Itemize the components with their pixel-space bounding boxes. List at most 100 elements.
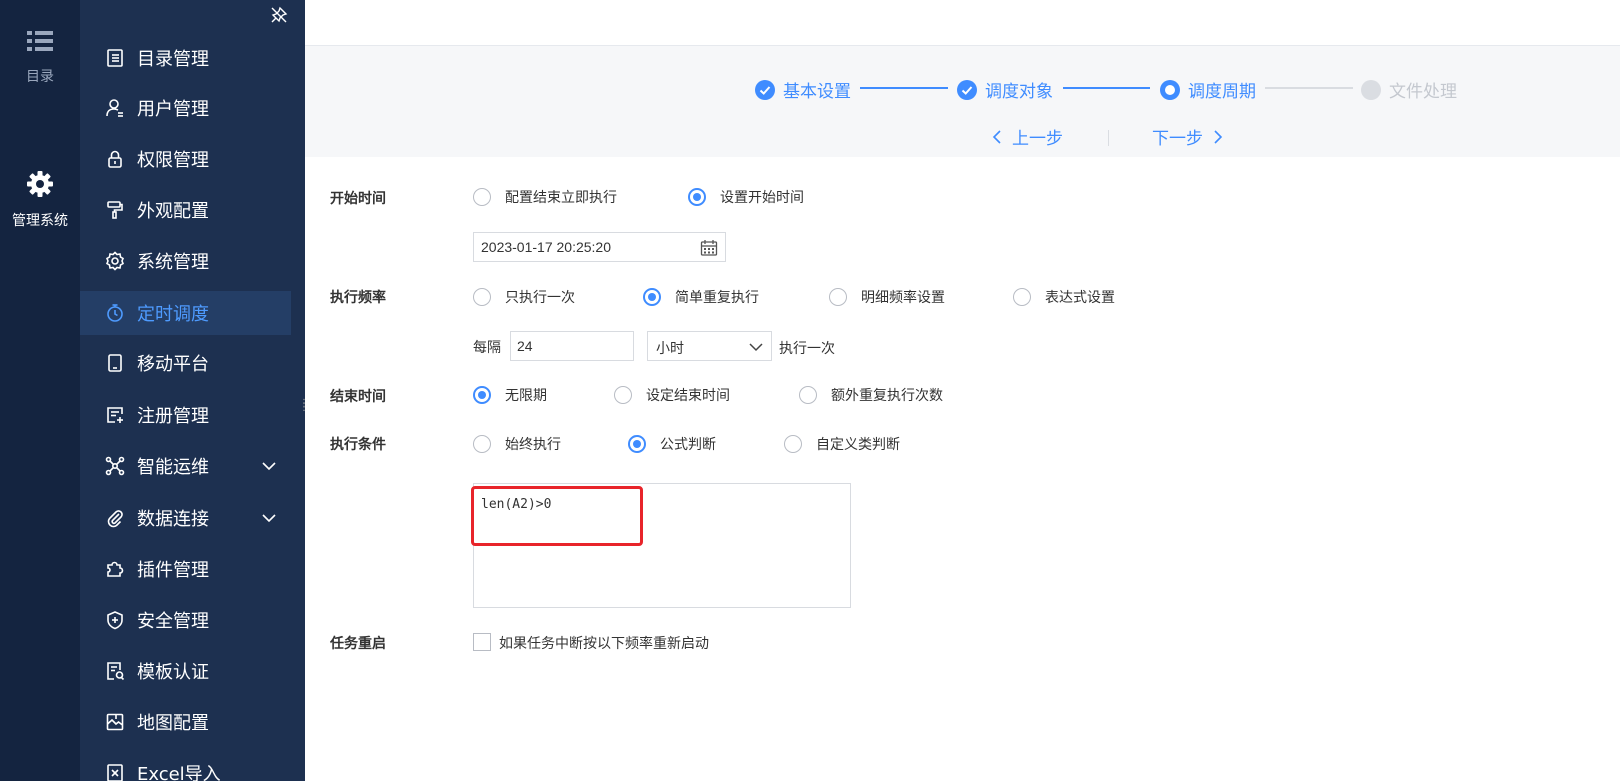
sidebar-item-plugins[interactable]: 插件管理 [80, 547, 291, 591]
radio-label: 表达式设置 [1045, 290, 1115, 306]
sidebar-item-catalog[interactable]: 目录管理 [80, 36, 291, 80]
sidebar-item-permissions[interactable]: 权限管理 [80, 137, 291, 181]
sidebar-item-label: 注册管理 [137, 406, 209, 427]
shield-icon [107, 611, 123, 630]
chevron-down-icon[interactable] [261, 510, 277, 526]
rail-label: 管理系统 [12, 213, 68, 229]
sidebar-item-label: Excel导入 [137, 764, 221, 781]
radio-label: 始终执行 [505, 437, 561, 453]
radio-no-end[interactable]: 无限期 [473, 385, 547, 405]
radio-label: 简单重复执行 [675, 290, 759, 306]
chevron-down-icon[interactable] [261, 458, 277, 474]
step-schedule-object[interactable]: 调度对象 [957, 77, 1053, 102]
formula-textarea[interactable]: len(A2)>0 [473, 483, 851, 608]
radio-button[interactable] [614, 386, 632, 404]
rail-item-management[interactable]: 管理系统 [0, 170, 80, 230]
start-datetime-input[interactable]: 2023-01-17 20:25:20 [473, 232, 726, 262]
sidebar-item-template-cert[interactable]: 模板认证 [80, 649, 291, 693]
radio-label: 公式判断 [660, 437, 716, 453]
radio-label: 额外重复执行次数 [831, 388, 943, 404]
sidebar: 目录管理 用户管理 权限管理 外观配置 系统管理 定时调度 移动平台 注册管理 … [80, 0, 305, 781]
step-schedule-period[interactable]: 调度周期 [1160, 77, 1256, 102]
radio-run-once[interactable]: 只执行一次 [473, 287, 575, 307]
sidebar-item-appearance[interactable]: 外观配置 [80, 188, 291, 232]
check-circle-icon [957, 79, 977, 100]
radio-extra-repeat-count[interactable]: 额外重复执行次数 [799, 385, 943, 405]
calendar-icon[interactable] [700, 239, 718, 257]
sidebar-item-system[interactable]: 系统管理 [80, 239, 291, 283]
register-icon [107, 407, 123, 423]
every-label: 每隔 [473, 340, 501, 356]
radio-always-run[interactable]: 始终执行 [473, 434, 561, 454]
datetime-value: 2023-01-17 20:25:20 [481, 239, 611, 255]
radio-label: 无限期 [505, 388, 547, 404]
pin-icon[interactable] [270, 6, 288, 24]
sidebar-item-label: 插件管理 [137, 560, 209, 581]
formula-value: len(A2)>0 [481, 497, 552, 512]
radio-expression[interactable]: 表达式设置 [1013, 287, 1115, 307]
radio-button[interactable] [784, 435, 802, 453]
interval-value: 24 [517, 338, 533, 354]
chevron-left-icon [992, 129, 1001, 144]
radio-detailed-frequency[interactable]: 明细频率设置 [829, 287, 945, 307]
radio-simple-repeat[interactable]: 简单重复执行 [643, 287, 759, 307]
prev-step-button[interactable]: 上一步 [990, 124, 1063, 149]
map-icon [106, 713, 124, 731]
sidebar-item-users[interactable]: 用户管理 [80, 86, 291, 130]
resize-handle[interactable]: ⋮ ⋮ [299, 399, 309, 413]
radio-start-immediately[interactable]: 配置结束立即执行 [473, 187, 617, 207]
list-icon [27, 31, 53, 51]
radio-button[interactable] [473, 435, 491, 453]
radio-button[interactable] [473, 386, 491, 404]
radio-label: 自定义类判断 [816, 437, 900, 453]
sidebar-item-security[interactable]: 安全管理 [80, 598, 291, 642]
sidebar-item-label: 智能运维 [137, 457, 209, 478]
radio-button[interactable] [1013, 288, 1031, 306]
network-icon [105, 456, 125, 476]
sidebar-item-map[interactable]: 地图配置 [80, 700, 291, 744]
step-connector [1063, 87, 1150, 89]
restart-checkbox[interactable] [473, 633, 491, 651]
radio-set-end-time[interactable]: 设定结束时间 [614, 385, 730, 405]
radio-button[interactable] [473, 188, 491, 206]
pending-step-icon [1361, 79, 1381, 100]
sidebar-item-label: 定时调度 [137, 304, 209, 325]
radio-custom-class[interactable]: 自定义类判断 [784, 434, 900, 454]
steps-panel: 基本设置 调度对象 调度周期 文件处理 上一步 下一步 [305, 46, 1620, 157]
sidebar-item-label: 地图配置 [137, 713, 209, 734]
radio-set-start-time[interactable]: 设置开始时间 [688, 187, 804, 207]
radio-button[interactable] [688, 188, 706, 206]
sidebar-item-excel-import[interactable]: Excel导入 [80, 751, 291, 781]
prev-step-label: 上一步 [1012, 129, 1063, 149]
radio-formula[interactable]: 公式判断 [628, 434, 716, 454]
sidebar-item-label: 外观配置 [137, 201, 209, 222]
sidebar-item-label: 用户管理 [137, 99, 209, 120]
step-basic-settings[interactable]: 基本设置 [755, 77, 851, 102]
app-rail: 目录 管理系统 [0, 0, 80, 781]
radio-button[interactable] [628, 435, 646, 453]
sidebar-item-data-connection[interactable]: 数据连接 [80, 496, 291, 540]
top-bar [305, 0, 1620, 46]
end-time-label: 结束时间 [330, 389, 386, 405]
sidebar-item-ops[interactable]: 智能运维 [80, 444, 291, 488]
radio-button[interactable] [829, 288, 847, 306]
sidebar-item-mobile[interactable]: 移动平台 [80, 341, 291, 385]
step-label: 基本设置 [783, 82, 851, 102]
sidebar-item-scheduling[interactable]: 定时调度 [80, 291, 291, 335]
chevron-down-icon [749, 343, 763, 352]
sidebar-item-label: 系统管理 [137, 252, 209, 273]
gear-icon [27, 171, 53, 197]
step-label: 文件处理 [1389, 82, 1457, 102]
radio-button[interactable] [473, 288, 491, 306]
interval-input[interactable]: 24 [510, 331, 634, 361]
next-step-button[interactable]: 下一步 [1152, 124, 1225, 149]
step-file-processing[interactable]: 文件处理 [1361, 77, 1457, 102]
current-step-icon [1160, 79, 1180, 100]
radio-button[interactable] [643, 288, 661, 306]
interval-unit-select[interactable]: 小时 [647, 331, 772, 361]
step-connector [860, 87, 948, 89]
radio-button[interactable] [799, 386, 817, 404]
radio-label: 设定结束时间 [646, 388, 730, 404]
rail-item-catalog[interactable]: 目录 [0, 30, 80, 86]
sidebar-item-registration[interactable]: 注册管理 [80, 393, 291, 437]
